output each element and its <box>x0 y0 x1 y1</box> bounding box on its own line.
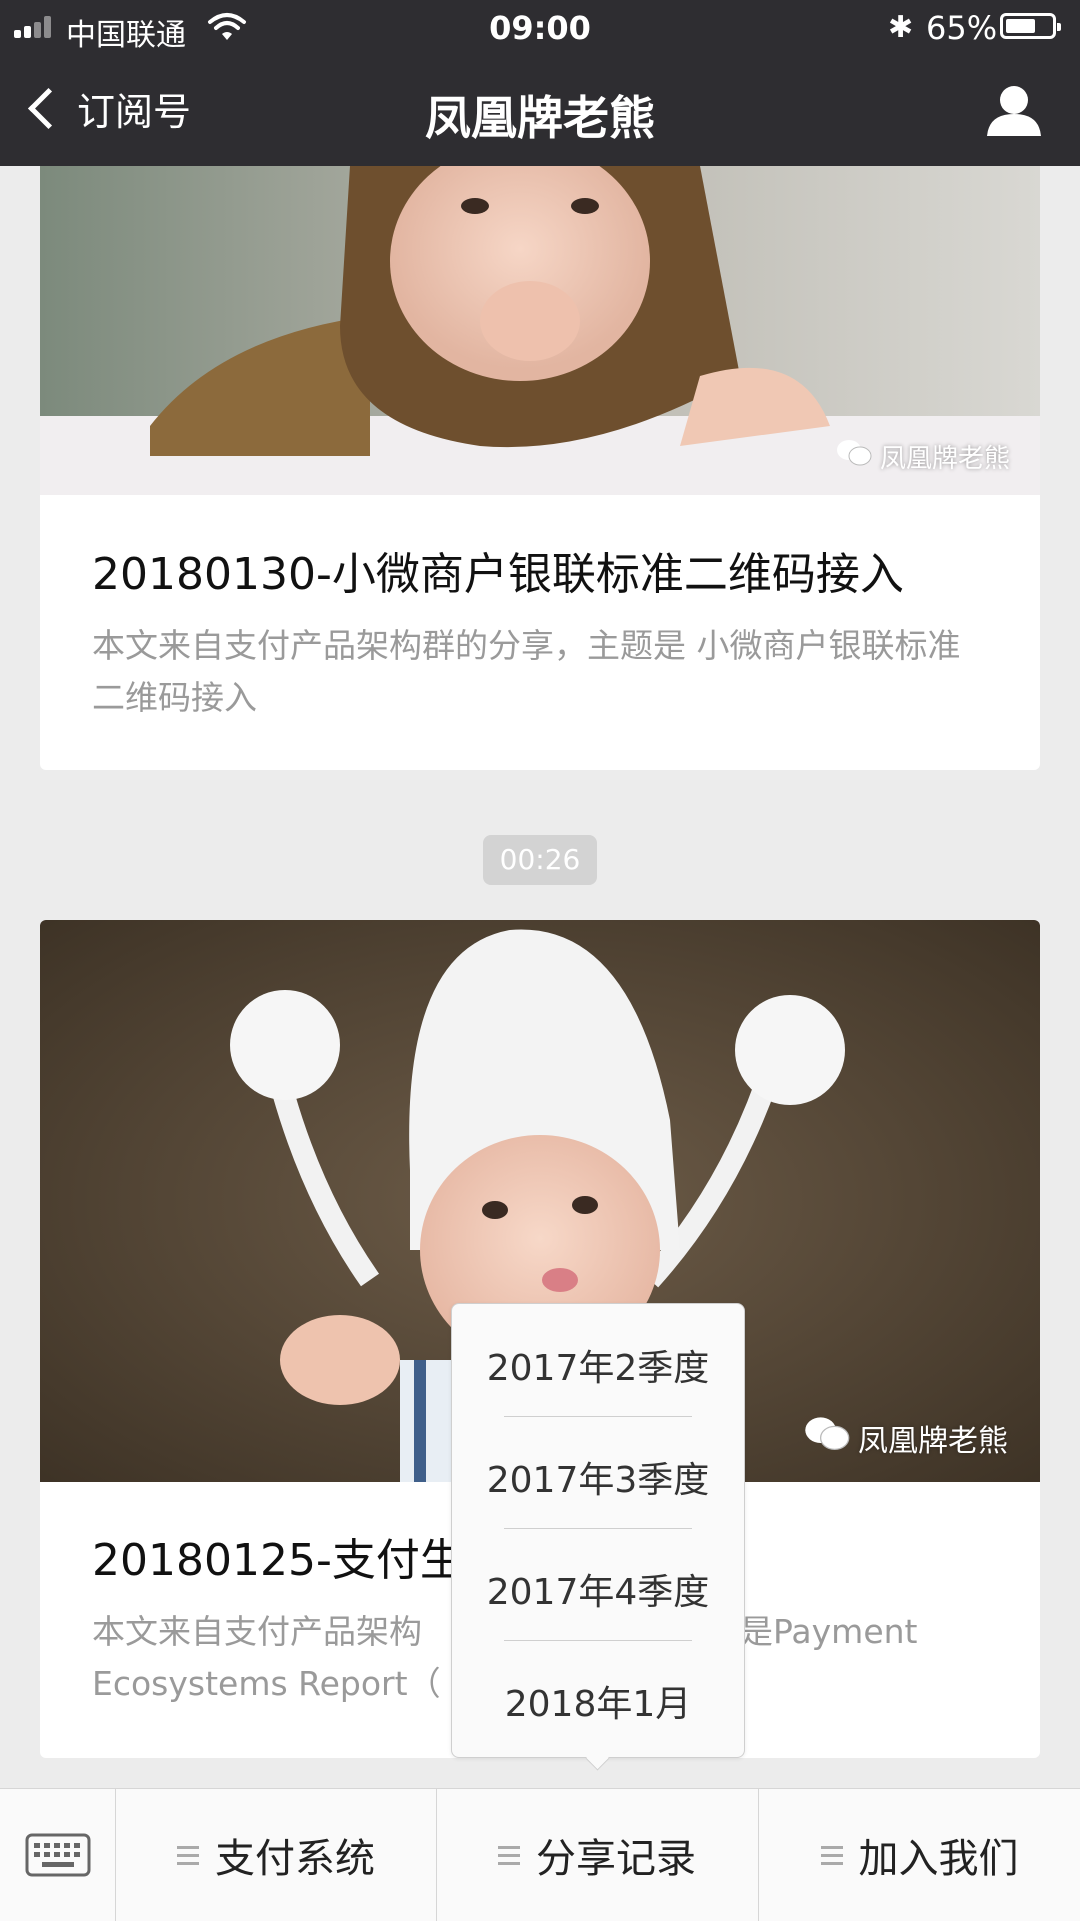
hamburger-icon <box>820 1841 843 1870</box>
menu-label: 分享记录 <box>536 1836 696 1882</box>
battery-icon <box>1000 13 1061 39</box>
nav-bar: 订阅号 凤凰牌老熊 <box>0 54 1080 166</box>
article-summary-right: 是Payment <box>740 1612 918 1651</box>
article-summary-left: 本文来自支付产品架构 <box>92 1612 422 1651</box>
article-title: 20180130-小微商户银联标准二维码接入 <box>92 549 904 600</box>
article-summary-line2: Ecosystems Report（ <box>92 1664 441 1703</box>
menu-payment-system[interactable]: 支付系统 <box>116 1789 436 1921</box>
message-timestamp: 00:26 <box>483 835 597 885</box>
menu-label: 支付系统 <box>215 1836 375 1882</box>
top-bar: 中国联通 09:00 ✱ 65% 订阅号 凤凰牌老熊 <box>0 0 1080 166</box>
article-card-1[interactable]: 凤凰牌老熊 20180130-小微商户银联标准二维码接入 本文来自支付产品架构群… <box>40 166 1040 770</box>
menu-join-us[interactable]: 加入我们 <box>759 1789 1080 1921</box>
page-title: 凤凰牌老熊 <box>425 91 655 145</box>
clock: 09:00 <box>489 9 591 47</box>
article-title: 20180125-支付生 <box>92 1535 464 1586</box>
divider <box>504 1640 692 1641</box>
wechat-icon <box>804 1416 850 1460</box>
menu-label: 加入我们 <box>858 1836 1019 1882</box>
wechat-icon <box>836 439 872 474</box>
hamburger-icon <box>498 1841 520 1870</box>
article-summary: 本文来自支付产品架构群的分享，主题是 小微商户银联标准二维码接入 <box>92 626 961 717</box>
submenu-item-2017q3[interactable]: 2017年3季度 <box>452 1421 744 1533</box>
menu-share-records[interactable]: 分享记录 <box>437 1789 757 1921</box>
share-record-submenu: 2017年2季度 2017年3季度 2017年4季度 2018年1月 <box>451 1303 745 1758</box>
person-icon[interactable] <box>985 84 1043 138</box>
submenu-item-2018-01[interactable]: 2018年1月 <box>452 1645 744 1757</box>
watermark: 凤凰牌老熊 <box>804 1416 1008 1460</box>
hamburger-icon <box>177 1841 199 1870</box>
submenu-item-2017q2[interactable]: 2017年2季度 <box>452 1309 744 1421</box>
status-bar: 中国联通 09:00 ✱ 65% <box>0 0 1080 54</box>
submenu-item-2017q4[interactable]: 2017年4季度 <box>452 1533 744 1645</box>
watermark: 凤凰牌老熊 <box>836 438 1010 475</box>
battery-percent: 65% <box>926 9 998 47</box>
divider <box>504 1416 692 1417</box>
bluetooth-icon: ✱ <box>888 10 914 45</box>
keyboard-toggle-button[interactable] <box>0 1789 116 1921</box>
keyboard-icon <box>25 1833 90 1877</box>
bottom-menu-bar: 支付系统 分享记录 加入我们 <box>0 1788 1080 1921</box>
divider <box>504 1528 692 1529</box>
